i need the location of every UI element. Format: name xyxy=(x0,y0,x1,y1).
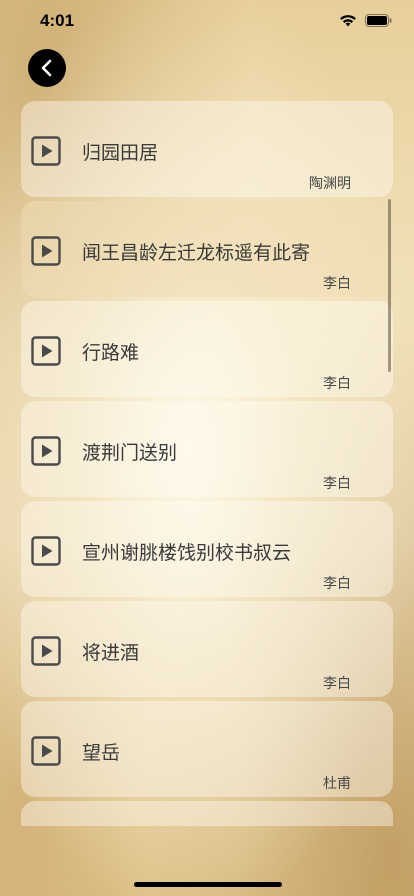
play-icon[interactable] xyxy=(31,236,61,266)
list-item[interactable] xyxy=(21,801,393,826)
list-item[interactable]: 闻王昌龄左迁龙标遥有此寄 李白 xyxy=(21,201,393,297)
play-icon[interactable] xyxy=(31,436,61,466)
play-icon[interactable] xyxy=(31,736,61,766)
play-icon[interactable] xyxy=(31,136,61,166)
back-button[interactable] xyxy=(28,49,66,87)
list-item[interactable]: 望岳 杜甫 xyxy=(21,701,393,797)
list-item[interactable]: 宣州谢朓楼饯别校书叔云 李白 xyxy=(21,501,393,597)
home-indicator[interactable] xyxy=(134,882,282,887)
status-bar: 4:01 xyxy=(0,0,414,44)
poem-author: 李白 xyxy=(323,676,351,692)
poem-author: 杜甫 xyxy=(323,776,351,792)
list-item[interactable]: 归园田居 陶渊明 xyxy=(21,101,393,197)
chevron-left-icon xyxy=(41,59,52,77)
play-icon[interactable] xyxy=(31,536,61,566)
play-icon[interactable] xyxy=(31,336,61,366)
poem-title: 宣州谢朓楼饯别校书叔云 xyxy=(82,542,292,564)
status-icons xyxy=(339,14,392,27)
list-item[interactable]: 行路难 李白 xyxy=(21,301,393,397)
poem-author: 李白 xyxy=(323,276,351,292)
poem-author: 李白 xyxy=(323,576,351,592)
status-time: 4:01 xyxy=(40,11,75,30)
poem-title: 闻王昌龄左迁龙标遥有此寄 xyxy=(82,242,311,264)
scrollbar[interactable] xyxy=(388,199,391,372)
battery-icon xyxy=(365,14,392,27)
list-item[interactable]: 将进酒 李白 xyxy=(21,601,393,697)
poem-list[interactable]: 归园田居 陶渊明 闻王昌龄左迁龙标遥有此寄 李白 行路难 李白 渡荆门送别 李白… xyxy=(21,101,393,826)
list-item[interactable]: 渡荆门送别 李白 xyxy=(21,401,393,497)
play-icon[interactable] xyxy=(31,636,61,666)
poem-title: 归园田居 xyxy=(82,142,159,164)
poem-author: 李白 xyxy=(323,476,351,492)
poem-title: 渡荆门送别 xyxy=(82,442,178,464)
poem-author: 李白 xyxy=(323,376,351,392)
poem-title: 将进酒 xyxy=(82,642,140,664)
poem-title: 望岳 xyxy=(82,742,121,764)
poem-author: 陶渊明 xyxy=(309,176,351,192)
wifi-icon xyxy=(340,15,356,27)
poem-title: 行路难 xyxy=(82,342,140,364)
